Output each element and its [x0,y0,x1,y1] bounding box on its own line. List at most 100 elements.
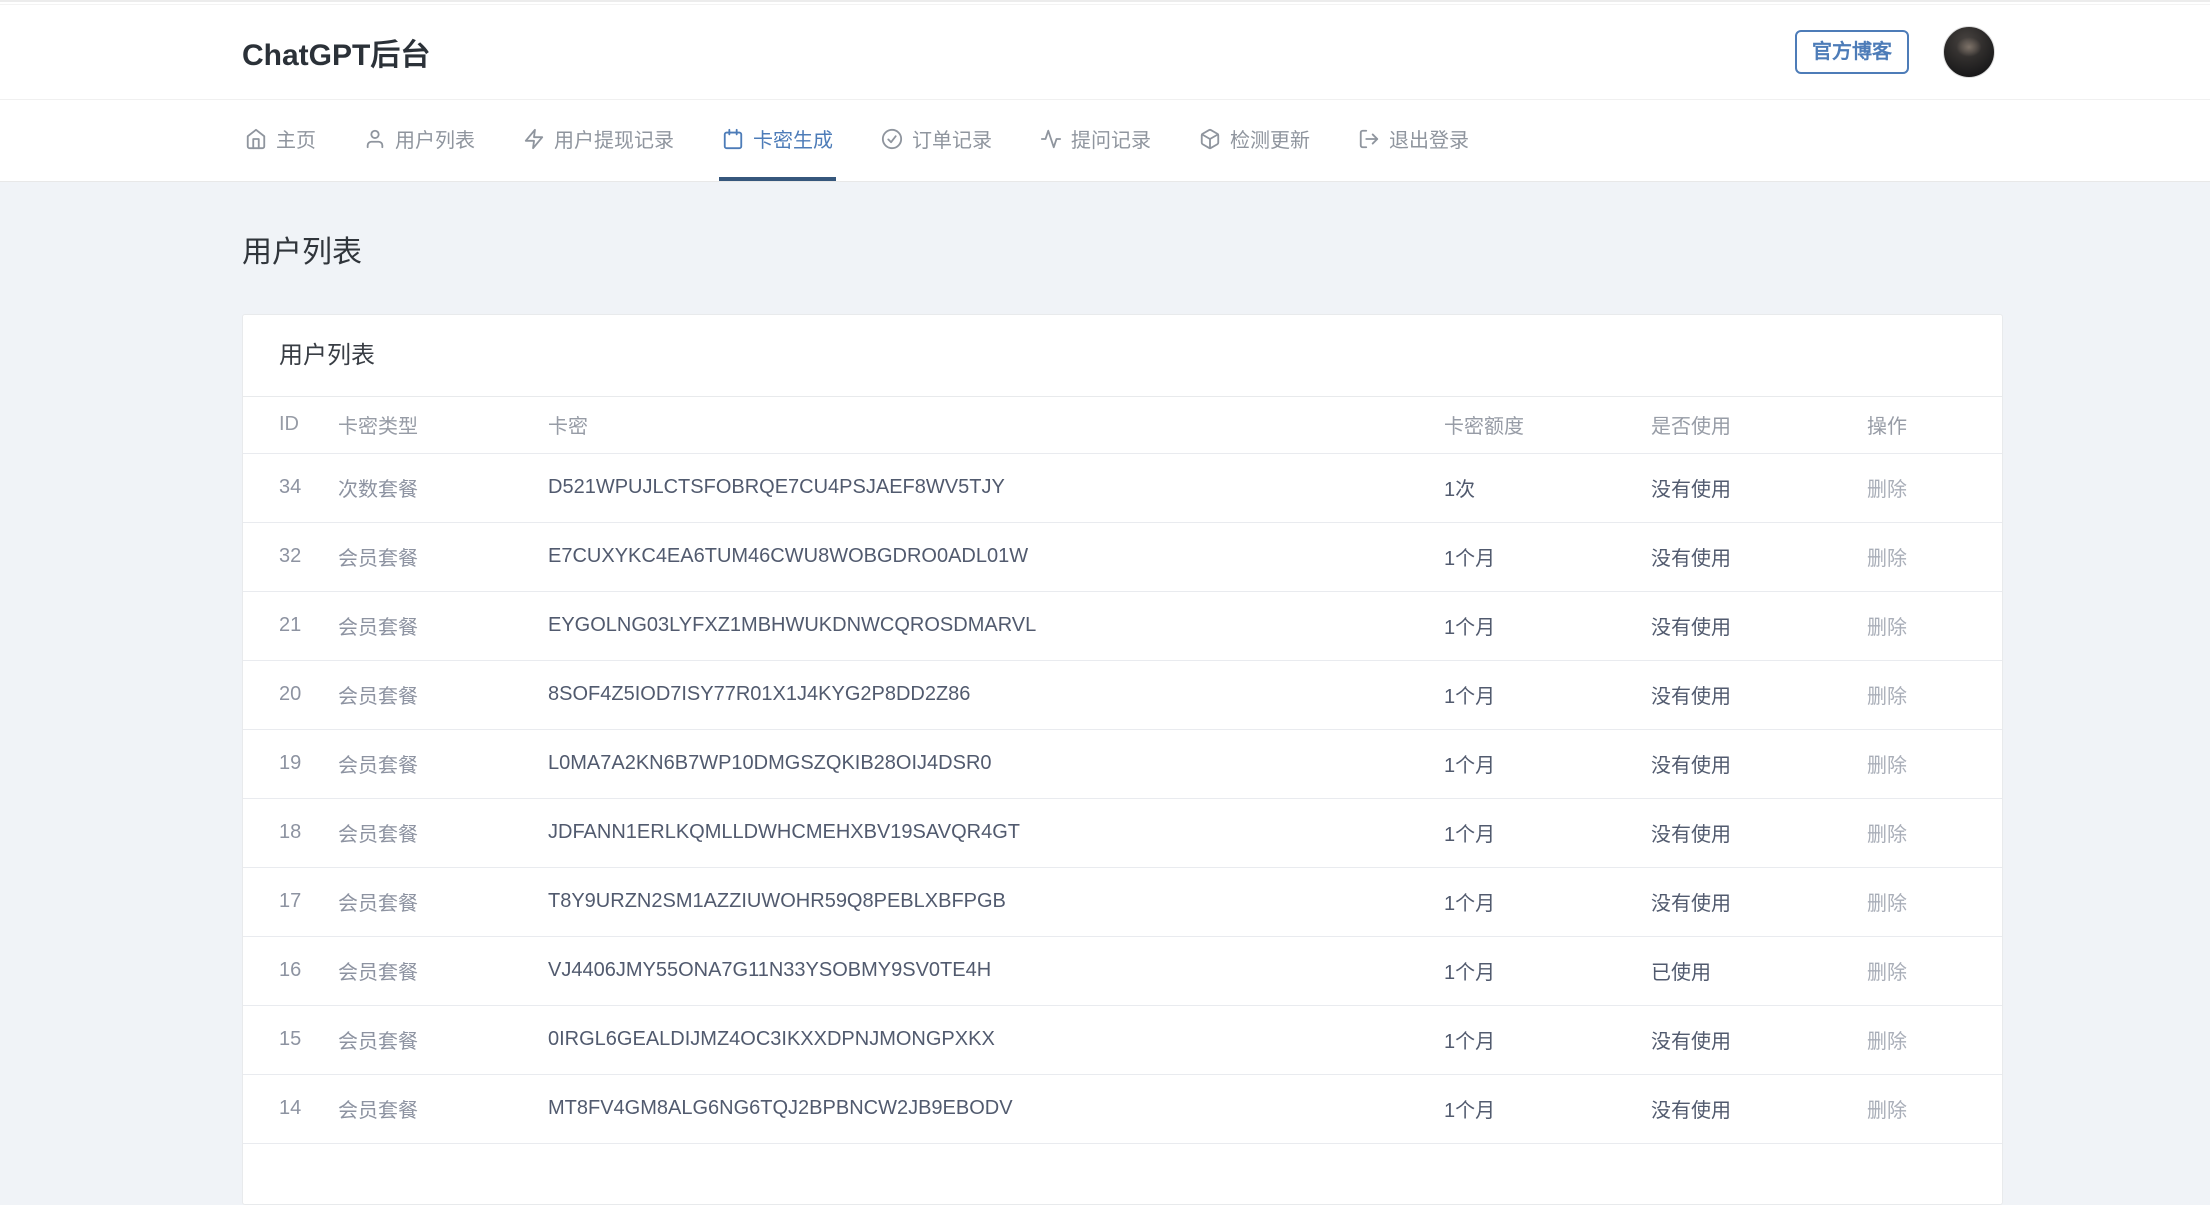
col-header-action: 操作 [1867,397,2002,454]
cell-id: 17 [243,867,338,937]
check-circle-icon [881,128,903,149]
cell-used: 没有使用 [1651,798,1867,868]
cell-key: VJ4406JMY55ONA7G11N33YSOBMY9SV0TE4H [548,936,1444,1006]
table-row: 17 会员套餐 T8Y9URZN2SM1AZZIUWOHR59Q8PEBLXBF… [243,867,2002,937]
col-header-used: 是否使用 [1651,397,1867,454]
cell-key: JDFANN1ERLKQMLLDWHCMEHXBV19SAVQR4GT [548,798,1444,868]
page-title: 用户列表 [242,236,362,269]
delete-link[interactable]: 删除 [1867,548,1907,570]
delete-link[interactable]: 删除 [1867,824,1907,846]
activity-icon [1040,129,1062,148]
table-row: 14 会员套餐 MT8FV4GM8ALG6NG6TQJ2BPBNCW2JB9EB… [243,1074,2002,1144]
next-row-partial [243,1144,2002,1204]
cell-id: 32 [243,522,338,592]
table-row: 15 会员套餐 0IRGL6GEALDIJMZ4OC3IKXXDPNJMONGP… [243,1005,2002,1075]
nav-item-label: 订单记录 [912,130,992,152]
nav-item-home[interactable]: 主页 [242,100,319,181]
cell-type: 会员套餐 [338,867,548,937]
cell-quota: 1个月 [1444,660,1651,730]
app-header: ChatGPT后台 官方博客 [0,5,2210,100]
nav-item-order-records[interactable]: 订单记录 [878,100,995,181]
cell-type: 会员套餐 [338,1074,548,1144]
nav-item-question-records[interactable]: 提问记录 [1037,100,1154,181]
col-header-type: 卡密类型 [338,397,548,454]
table-row: 32 会员套餐 E7CUXYKC4EA6TUM46CWU8WOBGDRO0ADL… [243,522,2002,592]
cell-key: MT8FV4GM8ALG6NG6TQJ2BPBNCW2JB9EBODV [548,1074,1444,1144]
box-icon [1200,128,1220,149]
nav-item-label: 用户提现记录 [554,130,674,152]
cell-quota: 1个月 [1444,1005,1651,1075]
delete-link[interactable]: 删除 [1867,893,1907,915]
nav-item-card-key-generate[interactable]: 卡密生成 [719,100,836,181]
delete-link[interactable]: 删除 [1867,1031,1907,1053]
cell-used: 没有使用 [1651,1005,1867,1075]
table-row: 16 会员套餐 VJ4406JMY55ONA7G11N33YSOBMY9SV0T… [243,936,2002,1006]
cell-quota: 1个月 [1444,522,1651,592]
cell-used: 没有使用 [1651,522,1867,592]
delete-link[interactable]: 删除 [1867,686,1907,708]
card-keys-card: 用户列表 ID 卡密类型 卡密 卡密额度 是否使用 操作 34 次数套餐 D52… [242,314,2003,1205]
cell-used: 没有使用 [1651,591,1867,661]
cell-quota: 1个月 [1444,867,1651,937]
cell-id: 20 [243,660,338,730]
cell-key: L0MA7A2KN6B7WP10DMGSZQKIB28OIJ4DSR0 [548,729,1444,799]
delete-link[interactable]: 删除 [1867,617,1907,639]
delete-link[interactable]: 删除 [1867,479,1907,501]
col-header-quota: 卡密额度 [1444,397,1651,454]
cell-quota: 1个月 [1444,798,1651,868]
table-header-row: ID 卡密类型 卡密 卡密额度 是否使用 操作 [243,397,2002,454]
cell-key: D521WPUJLCTSFOBRQE7CU4PSJAEF8WV5TJY [548,453,1444,523]
delete-link[interactable]: 删除 [1867,755,1907,777]
cell-id: 19 [243,729,338,799]
card-keys-table: ID 卡密类型 卡密 卡密额度 是否使用 操作 34 次数套餐 D521WPUJ… [243,397,2002,1144]
delete-link[interactable]: 删除 [1867,962,1907,984]
main-nav: 主页 用户列表 用户提现记录 卡密生成 订单记录 提问记录 检测更新 退出登录 [0,100,2210,182]
cell-type: 会员套餐 [338,660,548,730]
cell-type: 会员套餐 [338,1005,548,1075]
nav-item-label: 用户列表 [395,130,475,152]
nav-item-withdraw-records[interactable]: 用户提现记录 [520,100,677,181]
cell-id: 21 [243,591,338,661]
cell-id: 14 [243,1074,338,1144]
cell-quota: 1个月 [1444,591,1651,661]
table-row: 34 次数套餐 D521WPUJLCTSFOBRQE7CU4PSJAEF8WV5… [243,453,2002,523]
cell-id: 15 [243,1005,338,1075]
nav-item-label: 检测更新 [1230,130,1310,152]
cell-id: 34 [243,453,338,523]
header-actions: 官方博客 [1795,26,2003,78]
app-title: ChatGPT后台 [242,39,431,72]
official-blog-button[interactable]: 官方博客 [1795,30,1909,74]
cell-used: 没有使用 [1651,453,1867,523]
cell-used: 已使用 [1651,936,1867,1006]
calendar-icon [723,128,743,149]
home-icon [246,128,266,149]
nav-item-label: 主页 [276,130,316,152]
nav-item-label: 卡密生成 [753,130,833,152]
cell-quota: 1个月 [1444,729,1651,799]
table-row: 21 会员套餐 EYGOLNG03LYFXZ1MBHWUKDNWCQROSDMA… [243,591,2002,661]
nav-item-check-update[interactable]: 检测更新 [1196,100,1313,181]
zap-icon [524,128,544,149]
logout-icon [1359,129,1379,148]
nav-item-user-list[interactable]: 用户列表 [361,100,478,181]
cell-quota: 1个月 [1444,936,1651,1006]
cell-type: 会员套餐 [338,798,548,868]
content-area: 用户列表 用户列表 ID 卡密类型 卡密 卡密额度 是否使用 操作 34 次数套… [0,182,2210,1205]
cell-key: 8SOF4Z5IOD7ISY77R01X1J4KYG2P8DD2Z86 [548,660,1444,730]
cell-type: 会员套餐 [338,591,548,661]
nav-item-logout[interactable]: 退出登录 [1355,100,1472,181]
nav-item-label: 提问记录 [1071,130,1151,152]
nav-item-label: 退出登录 [1389,130,1469,152]
cell-type: 会员套餐 [338,936,548,1006]
cell-type: 会员套餐 [338,729,548,799]
delete-link[interactable]: 删除 [1867,1100,1907,1122]
cell-key: EYGOLNG03LYFXZ1MBHWUKDNWCQROSDMARVL [548,591,1444,661]
cell-used: 没有使用 [1651,660,1867,730]
col-header-key: 卡密 [548,397,1444,454]
cell-id: 16 [243,936,338,1006]
avatar[interactable] [1943,26,1995,78]
cell-key: 0IRGL6GEALDIJMZ4OC3IKXXDPNJMONGPXKX [548,1005,1444,1075]
cell-used: 没有使用 [1651,1074,1867,1144]
cell-quota: 1个月 [1444,1074,1651,1144]
table-body: 34 次数套餐 D521WPUJLCTSFOBRQE7CU4PSJAEF8WV5… [243,453,2002,1144]
